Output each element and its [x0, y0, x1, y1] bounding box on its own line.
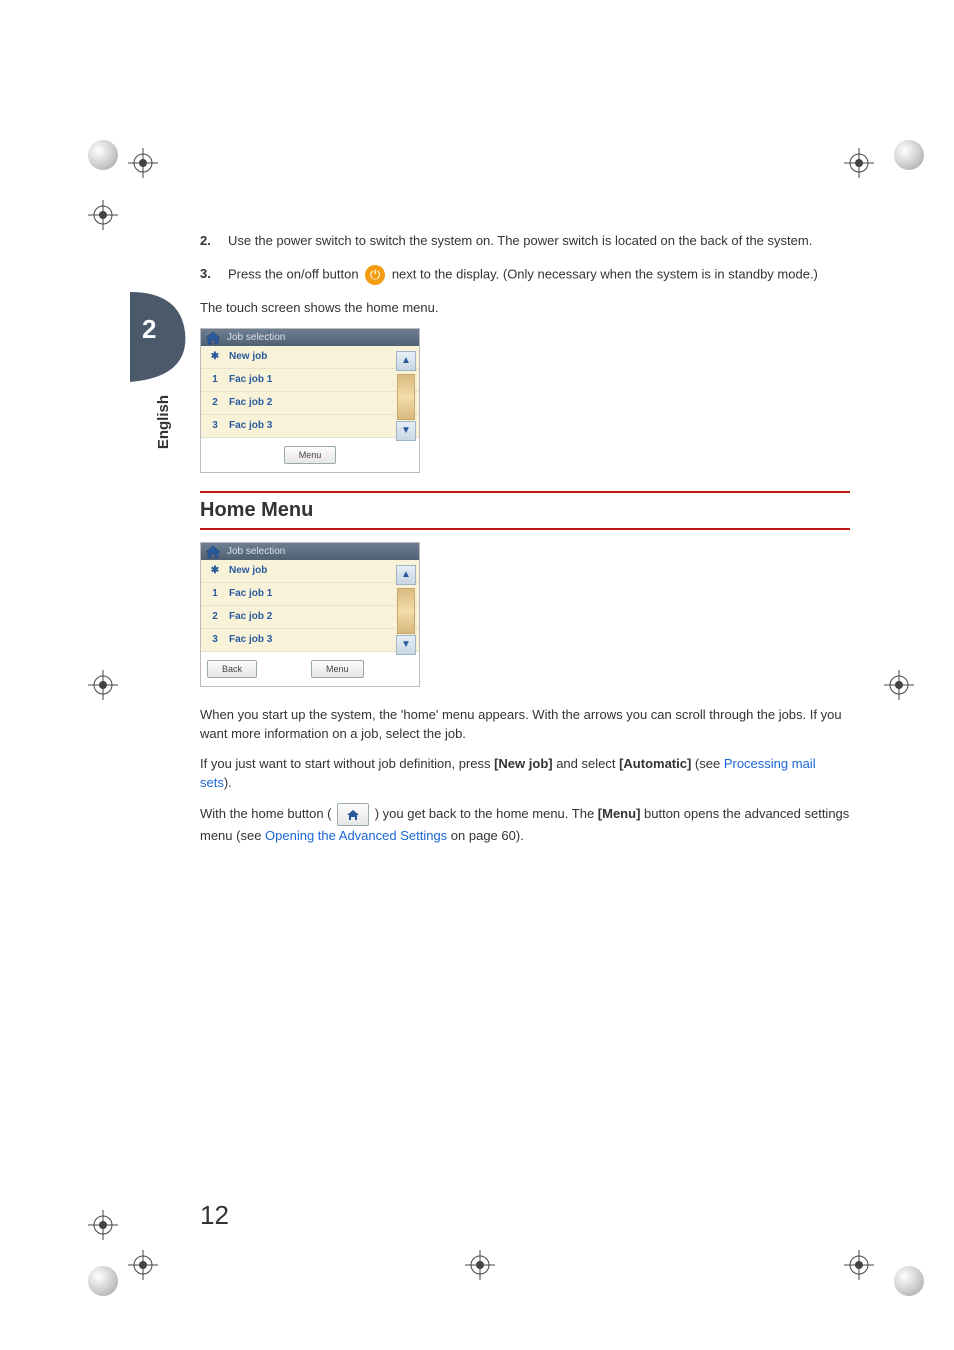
language-tab: English	[155, 395, 172, 449]
step-text-before: Press the on/off button	[228, 266, 362, 281]
chapter-number: 2	[142, 314, 156, 345]
home-button-icon	[337, 803, 369, 827]
corner-dot	[88, 1266, 118, 1296]
ts-row: 2Fac job 2	[201, 606, 419, 629]
ts-title: Job selection	[227, 332, 285, 343]
registration-mark-icon	[88, 200, 128, 240]
back-button: Back	[207, 660, 257, 678]
step-text: Press the on/off button ⏻ next to the di…	[228, 265, 850, 285]
paragraph: When you start up the system, the 'home'…	[200, 705, 850, 744]
registration-mark-icon	[88, 1210, 128, 1250]
ts-header: Job selection	[201, 329, 419, 346]
page-number: 12	[200, 1200, 229, 1231]
menu-button: Menu	[311, 660, 364, 678]
registration-mark-icon	[844, 1250, 884, 1290]
ts-header: Job selection	[201, 543, 419, 560]
arrow-down-icon: ▼	[396, 421, 416, 441]
ts-row: 1Fac job 1	[201, 369, 419, 392]
registration-mark-icon	[128, 1250, 168, 1290]
link-advanced-settings[interactable]: Opening the Advanced Settings	[265, 828, 447, 843]
paragraph: With the home button ( ) you get back to…	[200, 803, 850, 846]
home-icon	[205, 331, 221, 345]
arrow-down-icon: ▼	[396, 635, 416, 655]
ts-row: 1Fac job 1	[201, 583, 419, 606]
step-2: 2. Use the power switch to switch the sy…	[200, 232, 850, 251]
corner-dot	[894, 140, 924, 170]
divider	[200, 491, 850, 493]
power-icon: ⏻	[365, 265, 385, 285]
arrow-up-icon: ▲	[396, 351, 416, 371]
registration-mark-icon	[465, 1250, 505, 1290]
scroll-thumb	[397, 374, 415, 420]
paragraph: If you just want to start without job de…	[200, 754, 850, 793]
step-number: 2.	[200, 232, 228, 251]
chapter-tab: 2	[130, 292, 190, 372]
registration-mark-icon	[844, 148, 884, 188]
home-icon	[205, 545, 221, 559]
ts-scrollbar: ▲ ▼	[396, 565, 416, 634]
ts-row: 3Fac job 3	[201, 629, 419, 652]
registration-mark-icon	[88, 670, 128, 710]
ts-row: 2Fac job 2	[201, 392, 419, 415]
menu-button: Menu	[284, 446, 337, 464]
ts-row: ✱New job	[201, 346, 419, 369]
registration-mark-icon	[884, 670, 924, 710]
divider	[200, 528, 850, 530]
ts-title: Job selection	[227, 546, 285, 557]
touch-intro: The touch screen shows the home menu.	[200, 299, 850, 318]
ts-scrollbar: ▲ ▼	[396, 351, 416, 420]
step-text-after: next to the display. (Only necessary whe…	[392, 266, 818, 281]
corner-dot	[88, 140, 118, 170]
scroll-thumb	[397, 588, 415, 634]
step-number: 3.	[200, 265, 228, 285]
touchscreen-figure-1: Job selection ✱New job 1Fac job 1 2Fac j…	[200, 328, 420, 473]
step-text: Use the power switch to switch the syste…	[228, 232, 850, 251]
section-heading: Home Menu	[200, 499, 850, 522]
corner-dot	[894, 1266, 924, 1296]
ts-row: 3Fac job 3	[201, 415, 419, 438]
registration-mark-icon	[128, 148, 168, 188]
step-3: 3. Press the on/off button ⏻ next to the…	[200, 265, 850, 285]
ts-row: ✱New job	[201, 560, 419, 583]
arrow-up-icon: ▲	[396, 565, 416, 585]
touchscreen-figure-2: Job selection ✱New job 1Fac job 1 2Fac j…	[200, 542, 420, 687]
